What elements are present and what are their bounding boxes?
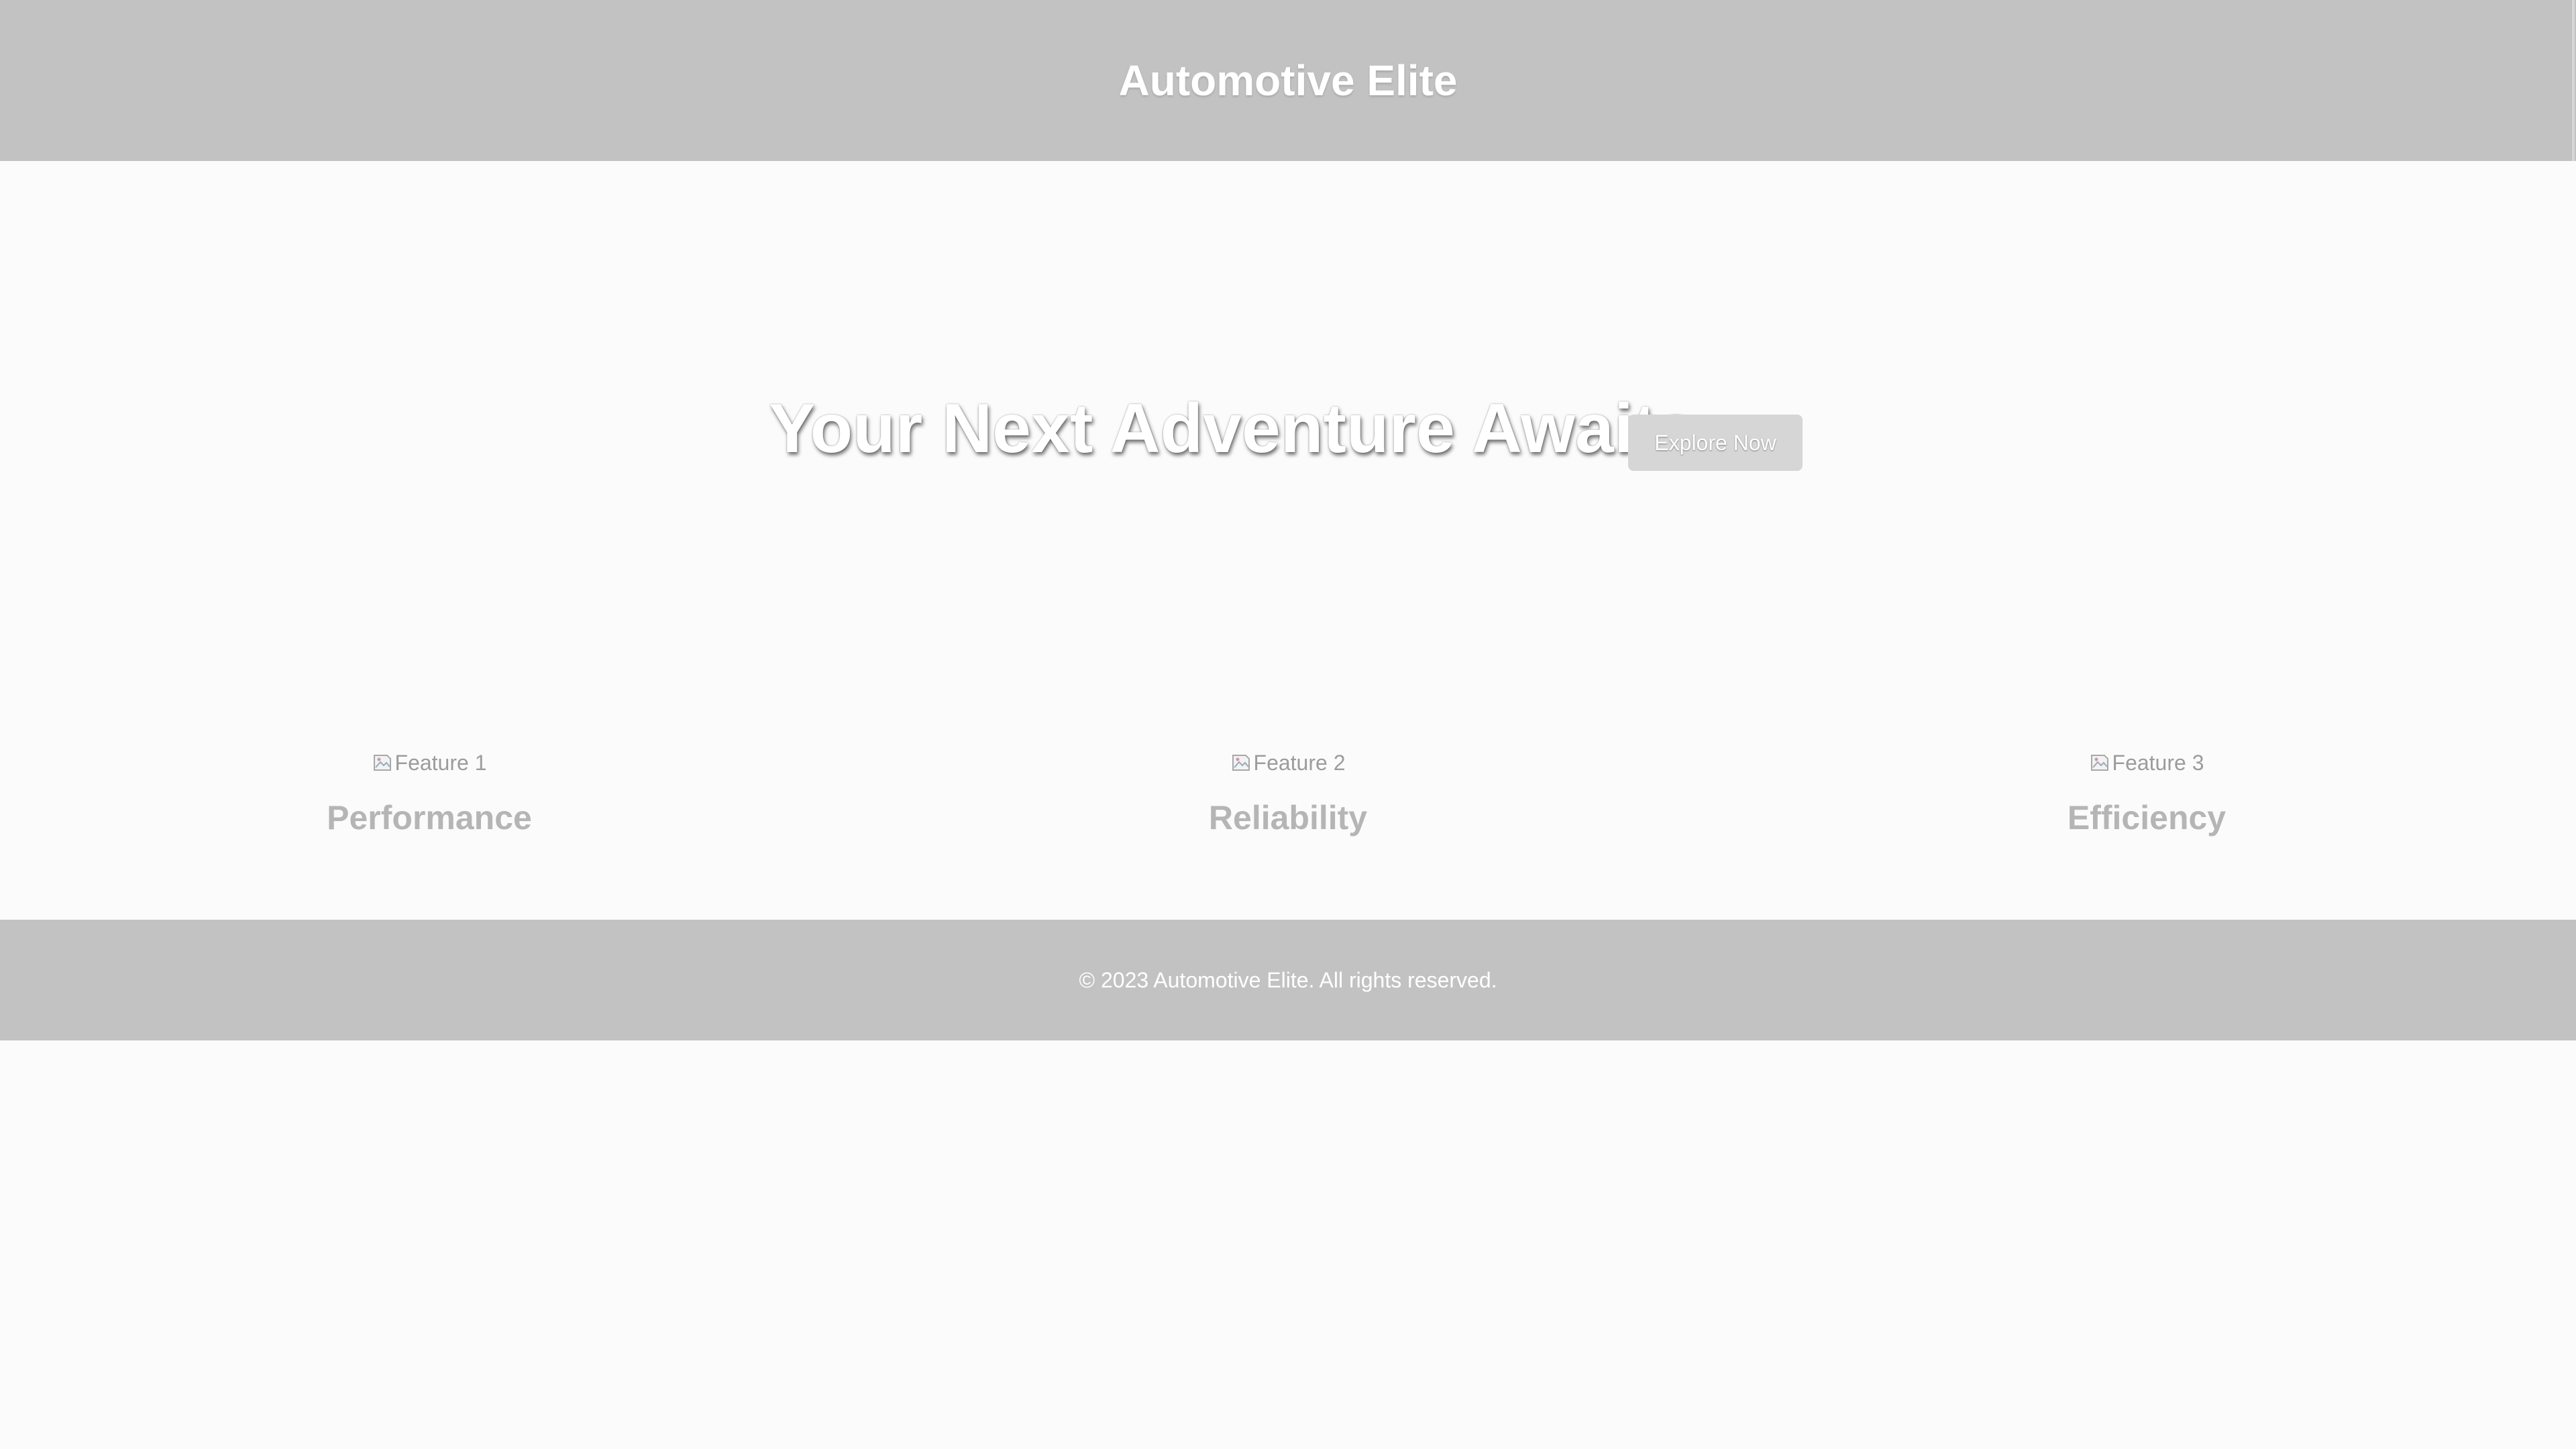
feature-card: Feature 2 Reliability	[859, 731, 1717, 919]
feature-title: Reliability	[1208, 799, 1368, 837]
hero-title: Your Next Adventure Awaits	[769, 390, 1696, 468]
explore-now-button[interactable]: Explore Now	[1628, 415, 1803, 471]
feature-image: Feature 2	[1231, 746, 1346, 780]
feature-title: Efficiency	[2067, 799, 2226, 837]
feature-image-alt: Feature 3	[2112, 750, 2204, 775]
feature-image: Feature 3	[2090, 746, 2204, 780]
broken-image-icon	[372, 753, 392, 773]
feature-card: Feature 1 Performance	[0, 731, 859, 919]
hero-section: Your Next Adventure Awaits Explore Now	[0, 161, 2576, 698]
site-title: Automotive Elite	[1118, 56, 1458, 105]
copyright-text: © 2023 Automotive Elite. All rights rese…	[1079, 967, 1497, 992]
feature-image-alt: Feature 2	[1253, 750, 1346, 775]
feature-card: Feature 3 Efficiency	[1717, 731, 2576, 919]
feature-image: Feature 1	[372, 746, 487, 780]
broken-image-icon	[2090, 753, 2110, 773]
site-header: Automotive Elite	[0, 0, 2576, 161]
site-footer: © 2023 Automotive Elite. All rights rese…	[0, 920, 2576, 1040]
feature-title: Performance	[327, 799, 532, 837]
feature-image-alt: Feature 1	[394, 750, 487, 775]
scrollbar-track	[2572, 0, 2575, 161]
features-section: Feature 1 Performance Feature 2 Reliabil…	[0, 731, 2576, 919]
broken-image-icon	[1231, 753, 1251, 773]
page: Automotive Elite Your Next Adventure Awa…	[0, 0, 2576, 1449]
